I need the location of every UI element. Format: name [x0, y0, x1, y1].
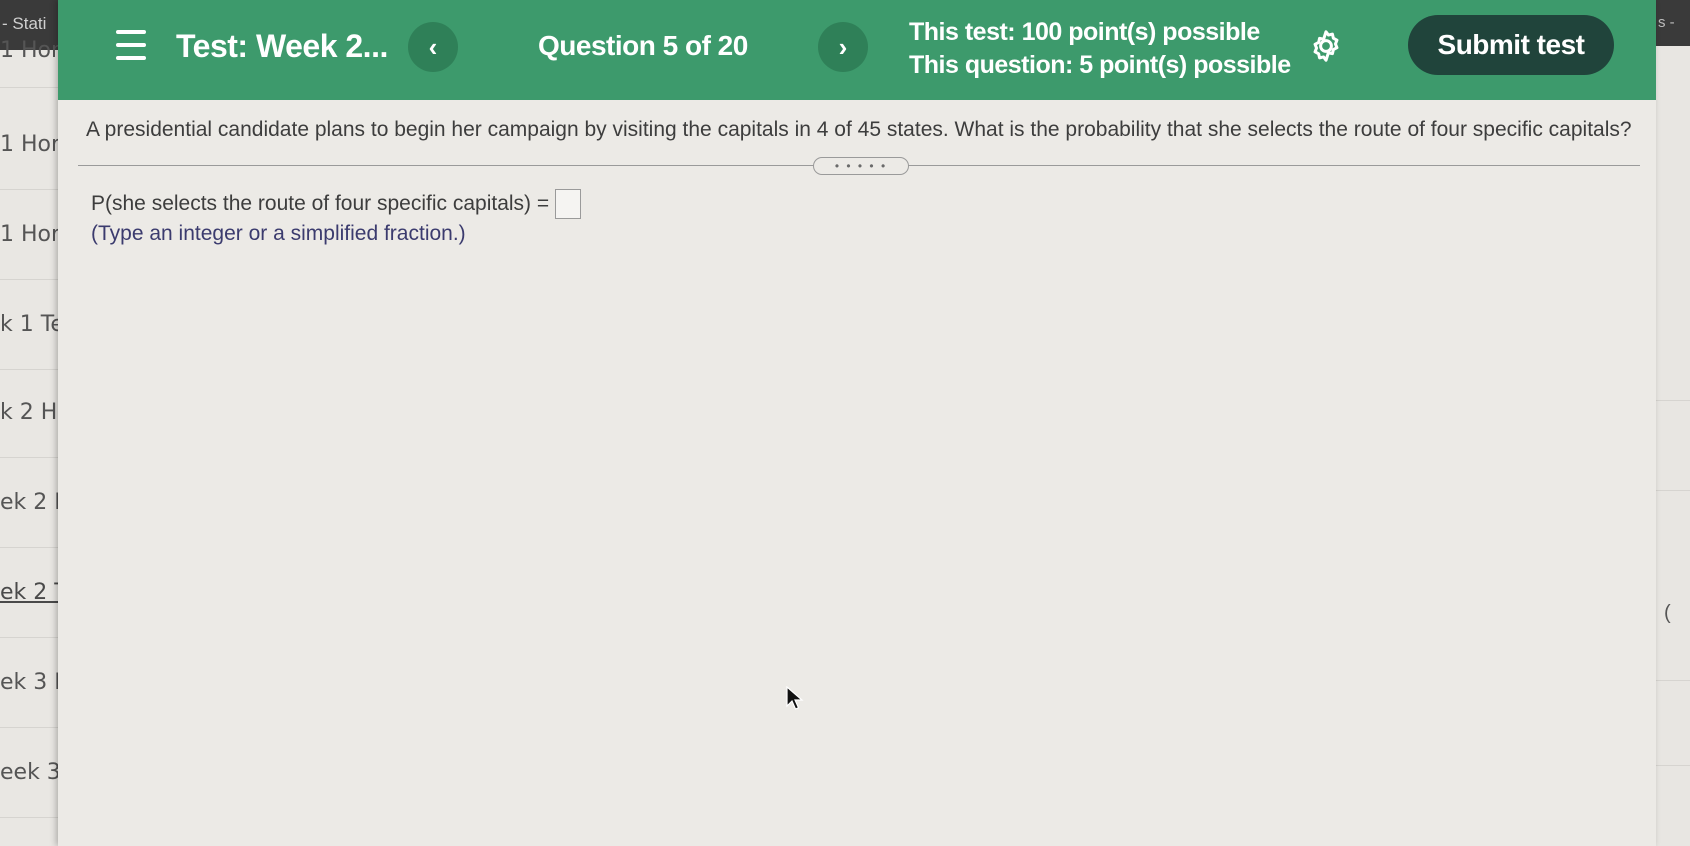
- question-counter[interactable]: Question 5 of 20: [538, 30, 748, 62]
- chevron-right-icon: ›: [838, 31, 848, 62]
- answer-hint: (Type an integer or a simplified fractio…: [91, 222, 466, 245]
- question-area: A presidential candidate plans to begin …: [58, 100, 1656, 846]
- right-panel-edge: s - (: [1653, 0, 1690, 846]
- answer-label: P(she selects the route of four specific…: [91, 192, 550, 215]
- submit-test-button[interactable]: Submit test: [1408, 15, 1614, 75]
- splitter-handle[interactable]: • • • • •: [813, 157, 909, 175]
- divider: [1654, 765, 1690, 766]
- mouse-cursor-icon: [786, 686, 804, 710]
- divider: [1654, 400, 1690, 401]
- answer-input[interactable]: [555, 189, 582, 219]
- previous-question-button[interactable]: ‹: [408, 22, 458, 72]
- test-header: Test: Week 2... ‹ Question 5 of 20 › Thi…: [58, 0, 1656, 100]
- test-points: This test: 100 point(s) possible: [909, 18, 1260, 46]
- question-points: This question: 5 point(s) possible: [909, 51, 1291, 79]
- test-title: Test: Week 2...: [176, 28, 388, 64]
- test-window: Test: Week 2... ‹ Question 5 of 20 › Thi…: [58, 0, 1656, 846]
- divider: [1654, 680, 1690, 681]
- question-text: A presidential candidate plans to begin …: [86, 118, 1632, 141]
- right-panel-top-text: s -: [1654, 0, 1690, 46]
- answer-row: P(she selects the route of four specific…: [91, 189, 582, 219]
- chevron-left-icon: ‹: [428, 31, 438, 62]
- menu-icon[interactable]: [116, 30, 146, 60]
- divider: [1654, 490, 1690, 491]
- right-panel-mark: (: [1664, 602, 1671, 624]
- gear-icon: [1313, 30, 1339, 62]
- settings-button[interactable]: [1308, 28, 1344, 64]
- next-question-button[interactable]: ›: [818, 22, 868, 72]
- points-info: This test: 100 point(s) possible This qu…: [909, 16, 1291, 82]
